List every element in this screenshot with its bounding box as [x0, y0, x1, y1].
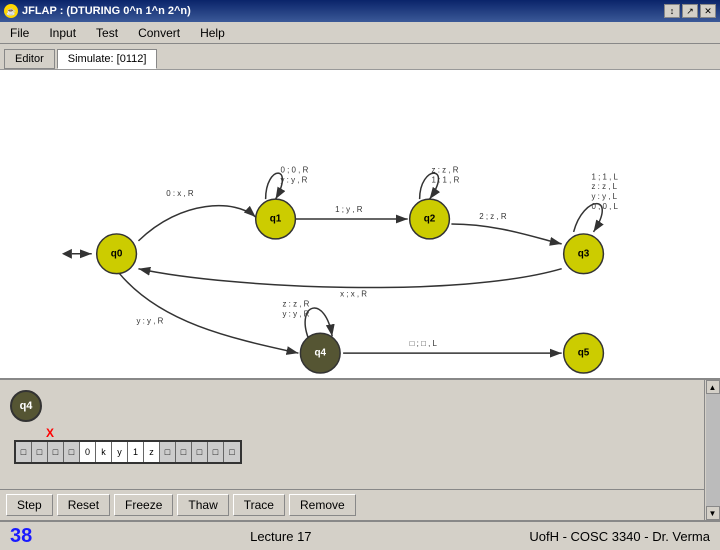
maximize-button[interactable]: ↗: [682, 4, 698, 18]
footer: 38 Lecture 17 UofH - COSC 3340 - Dr. Ver…: [0, 520, 720, 550]
edge-q3-q0: [138, 269, 561, 288]
slide-number: 38: [10, 525, 32, 548]
button-row: Step Reset Freeze Thaw Trace Remove: [0, 489, 704, 520]
tape-state-indicator: q4: [10, 390, 42, 422]
tape-cell: z: [144, 442, 160, 462]
tape-cell: □: [48, 442, 64, 462]
diagram-area: 0 : x , R y : y , R 0 ; 0 , R y : y , R …: [0, 70, 720, 380]
tape-cell: □: [192, 442, 208, 462]
edge-label-q4-q5: □ ; □ , L: [410, 339, 438, 348]
edge-q0-q4: [120, 274, 299, 353]
tab-editor[interactable]: Editor: [4, 49, 55, 69]
menu-test[interactable]: Test: [90, 24, 124, 42]
tape-head-marker: X: [46, 426, 698, 440]
state-q4-label: q4: [314, 348, 326, 359]
edge-label-q0-q1: 0 : x , R: [166, 189, 194, 198]
state-q2-label: q2: [424, 214, 436, 225]
edge-label-q4-self1: z : z , R: [283, 299, 310, 308]
edge-label-q2-self2: 1 : 1 , R: [432, 175, 460, 184]
trace-button[interactable]: Trace: [233, 494, 285, 516]
state-q5-label: q5: [578, 348, 590, 359]
thaw-button[interactable]: Thaw: [177, 494, 228, 516]
edge-label-q1-self1: 0 ; 0 , R: [281, 165, 309, 174]
edge-label-q4-self2: y : y , R: [283, 309, 310, 318]
window-title: JFLAP : (DTURING 0^n 1^n 2^n): [22, 5, 191, 17]
freeze-button[interactable]: Freeze: [114, 494, 173, 516]
edge-label-q2-q3: 2 ; z , R: [479, 212, 507, 221]
scroll-up-button[interactable]: ▲: [706, 380, 720, 394]
window-controls[interactable]: ↕ ↗ ✕: [664, 4, 716, 18]
app-icon: ☕: [4, 4, 18, 18]
initial-triangle: [62, 249, 72, 259]
menu-help[interactable]: Help: [194, 24, 231, 42]
tape-cell: y: [112, 442, 128, 462]
edge-label-q1-self2: y : y , R: [281, 175, 308, 184]
edge-label-q3-self3: y : y , L: [591, 192, 617, 201]
menu-input[interactable]: Input: [43, 24, 82, 42]
remove-button[interactable]: Remove: [289, 494, 356, 516]
scrollbar[interactable]: ▲ ▼: [704, 380, 720, 520]
tape-cell: □: [16, 442, 32, 462]
tab-simulate[interactable]: Simulate: [0112]: [57, 49, 158, 69]
bottom-left: q4 X □ □ □ □ 0 k y 1 z □ □: [0, 380, 704, 520]
tape-section: q4 X □ □ □ □ 0 k y 1 z □ □: [0, 380, 704, 489]
state-q0-label: q0: [111, 248, 123, 259]
edge-q2-q3: [451, 224, 561, 244]
title-bar: ☕ JFLAP : (DTURING 0^n 1^n 2^n) ↕ ↗ ✕: [0, 0, 720, 22]
step-button[interactable]: Step: [6, 494, 53, 516]
edge-q0-q1: [138, 206, 255, 241]
tape-cell: □: [64, 442, 80, 462]
tape-display: X □ □ □ □ 0 k y 1 z □ □ □ □ □: [6, 426, 698, 464]
scroll-down-button[interactable]: ▼: [706, 506, 720, 520]
menu-bar: File Input Test Convert Help: [0, 22, 720, 44]
edge-label-q3-self1: 1 ; 1 , L: [591, 172, 618, 181]
tape-cell: □: [176, 442, 192, 462]
tape-cell: 0: [80, 442, 96, 462]
menu-convert[interactable]: Convert: [132, 24, 186, 42]
edge-label-q3-q0: x ; x , R: [340, 290, 367, 299]
tape-cell: 1: [128, 442, 144, 462]
edge-label-q1-q2: 1 ; y , R: [335, 205, 363, 214]
reset-button[interactable]: Reset: [57, 494, 110, 516]
tape-cells: □ □ □ □ 0 k y 1 z □ □ □ □ □: [14, 440, 242, 464]
edge-label-q3-self4: 0 ; 0 , L: [591, 202, 618, 211]
close-button[interactable]: ✕: [700, 4, 716, 18]
menu-file[interactable]: File: [4, 24, 35, 42]
edge-label-q3-self2: z : z , L: [591, 182, 617, 191]
tape-cell: □: [32, 442, 48, 462]
bottom-panel: q4 X □ □ □ □ 0 k y 1 z □ □: [0, 380, 720, 520]
tape-cell: k: [96, 442, 112, 462]
edge-label-q0-q4a: y : y , R: [136, 316, 163, 325]
footer-right: UofH - COSC 3340 - Dr. Verma: [529, 529, 710, 544]
footer-center: Lecture 17: [250, 529, 311, 544]
state-q1-label: q1: [270, 214, 282, 225]
state-q3-label: q3: [578, 248, 590, 259]
scroll-track[interactable]: [706, 394, 720, 506]
tape-cell: □: [160, 442, 176, 462]
tab-bar: Editor Simulate: [0112]: [0, 44, 720, 70]
minimize-button[interactable]: ↕: [664, 4, 680, 18]
tape-cell: □: [208, 442, 224, 462]
tape-cell: □: [224, 442, 240, 462]
edge-label-q2-self1: z : z , R: [432, 165, 459, 174]
state-machine-diagram: 0 : x , R y : y , R 0 ; 0 , R y : y , R …: [0, 70, 720, 378]
